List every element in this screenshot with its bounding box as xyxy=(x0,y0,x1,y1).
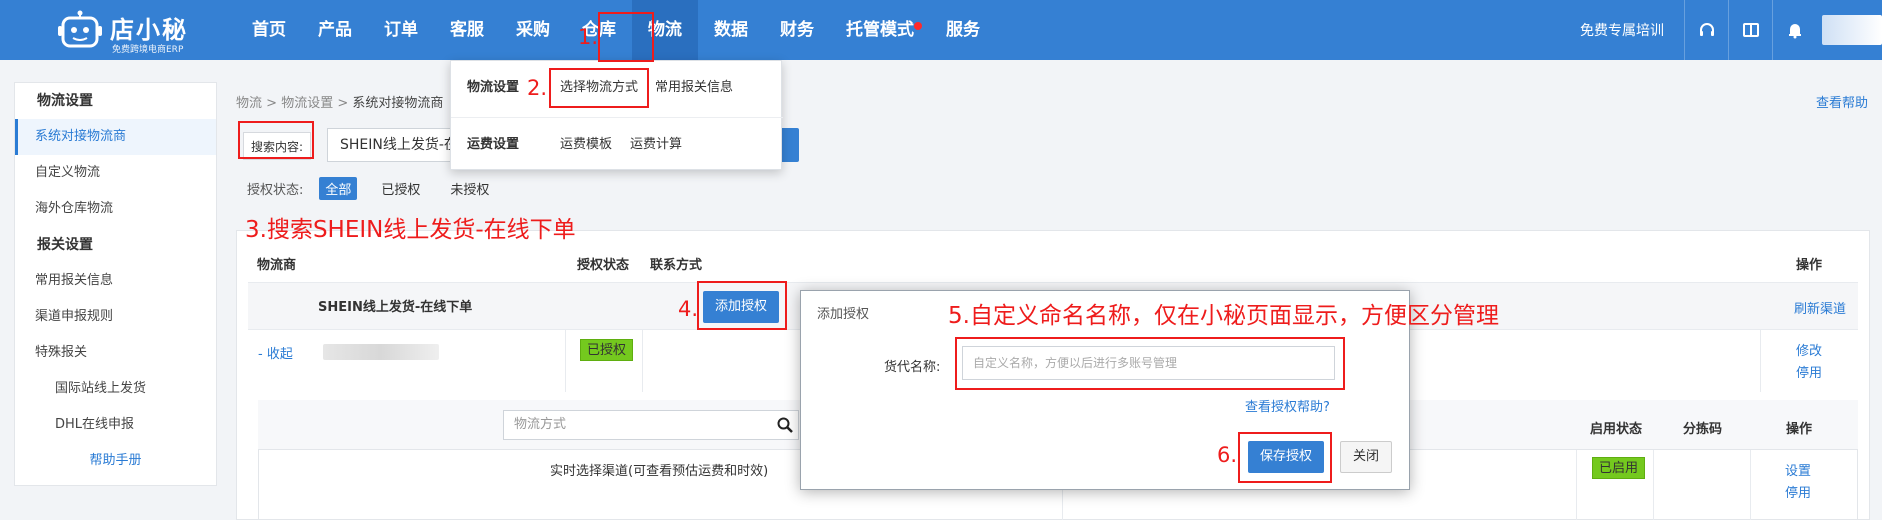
nav-products[interactable]: 产品 xyxy=(302,0,368,60)
annotation-step-1: 1. xyxy=(578,25,599,49)
masked-account-name xyxy=(323,344,439,360)
robot-logo-icon xyxy=(58,10,102,48)
auth-status-label: 授权状态: xyxy=(247,183,304,198)
sidebar-item-dhl-declaration[interactable]: DHL在线申报 xyxy=(15,407,216,443)
filter-all[interactable]: 全部 xyxy=(319,177,358,200)
forwarder-name-label: 货代名称: xyxy=(884,360,941,375)
col-sort-code: 分拣码 xyxy=(1683,422,1723,437)
breadcrumb-settings[interactable]: 物流设置 xyxy=(281,96,333,111)
breadcrumb-logistics[interactable]: 物流 xyxy=(236,96,262,111)
method-search-input[interactable]: 物流方式 xyxy=(503,410,799,440)
annotation-step-6: 6. xyxy=(1217,443,1238,467)
menu-common-customs[interactable]: 常用报关信息 xyxy=(655,61,733,115)
headset-icon[interactable] xyxy=(1684,0,1728,60)
book-icon[interactable] xyxy=(1728,0,1772,60)
sidebar-item-special-customs[interactable]: 特殊报关 xyxy=(15,335,216,371)
status-badge: 已授权 xyxy=(580,339,634,361)
dropdown-group-logistics: 物流设置 xyxy=(467,80,520,95)
auth-help-link[interactable]: 查看授权帮助? xyxy=(1245,396,1330,415)
divider xyxy=(1750,450,1751,520)
annotation-step-5: 5.自定义命名名称，仅在小秘页面显示，方便区分管理 xyxy=(948,303,1499,329)
annotation-step-4: 4. xyxy=(678,297,699,321)
divider xyxy=(1576,450,1577,520)
highlight-save-auth xyxy=(1238,432,1332,483)
sidebar-item-common-customs[interactable]: 常用报关信息 xyxy=(15,263,216,299)
sidebar-item-intl-online-shipping[interactable]: 国际站线上发货 xyxy=(15,371,216,407)
dropdown-row-freight: 运费设置 运费模板 运费计算 xyxy=(451,117,783,171)
settings-link[interactable]: 设置 xyxy=(1785,460,1811,479)
disable-link[interactable]: 停用 xyxy=(1796,362,1822,381)
dialog-title: 添加授权 xyxy=(817,307,870,322)
highlight-search-label xyxy=(238,121,314,159)
logo-text: 店小秘 xyxy=(110,16,188,44)
close-button[interactable]: 关闭 xyxy=(1340,441,1392,473)
sidebar-item-system-carriers[interactable]: 系统对接物流商 xyxy=(15,119,216,155)
col-enable-status: 启用状态 xyxy=(1590,422,1643,437)
logo-subtitle: 免费跨境电商ERP xyxy=(112,45,184,55)
header-tools: 免费专属培训 xyxy=(1580,0,1882,60)
breadcrumb: 物流 > 物流设置 > 系统对接物流商 xyxy=(236,96,444,111)
auth-status-filter: 授权状态: 全部 已授权 未授权 xyxy=(247,177,513,200)
highlight-select-method xyxy=(549,68,649,108)
filter-authorized[interactable]: 已授权 xyxy=(375,177,426,200)
divider xyxy=(1653,450,1654,520)
logo[interactable]: 店小秘 免费跨境电商ERP xyxy=(58,8,188,55)
annotation-step-3: 3.搜索SHEIN线上发货-在线下单 xyxy=(245,217,576,243)
col-actions: 操作 xyxy=(1796,258,1823,273)
sidebar: 物流设置 系统对接物流商 自定义物流 海外仓库物流 报关设置 常用报关信息 渠道… xyxy=(14,82,217,486)
highlight-name-input xyxy=(955,337,1345,390)
nav-data[interactable]: 数据 xyxy=(698,0,764,60)
dropdown-group-freight: 运费设置 xyxy=(467,137,520,152)
nav-home[interactable]: 首页 xyxy=(236,0,302,60)
carrier-name: SHEIN线上发货-在线下单 xyxy=(318,300,473,315)
breadcrumb-current: 系统对接物流商 xyxy=(352,96,444,111)
col-inner-actions: 操作 xyxy=(1786,422,1813,437)
collapse-link[interactable]: - 收起 xyxy=(258,343,293,362)
nav-customer-service[interactable]: 客服 xyxy=(434,0,500,60)
sidebar-item-channel-rules[interactable]: 渠道申报规则 xyxy=(15,299,216,335)
highlight-logistics-nav xyxy=(598,12,654,62)
divider xyxy=(1760,330,1761,392)
nav-purchase[interactable]: 采购 xyxy=(500,0,566,60)
refresh-channels-link[interactable]: 刷新渠道 xyxy=(1794,298,1846,317)
highlight-add-auth xyxy=(697,281,787,330)
nav-hosting-mode-label: 托管模式 xyxy=(846,20,914,40)
help-manual-link[interactable]: 帮助手册 xyxy=(15,443,216,479)
nav-orders[interactable]: 订单 xyxy=(368,0,434,60)
sidebar-group-logistics-settings: 物流设置 xyxy=(37,93,93,109)
notification-dot xyxy=(914,22,922,30)
divider xyxy=(565,330,566,392)
filter-unauthorized[interactable]: 未授权 xyxy=(444,177,495,200)
menu-freight-template[interactable]: 运费模板 xyxy=(560,118,612,172)
enabled-badge: 已启用 xyxy=(1592,457,1646,479)
nav-finance[interactable]: 财务 xyxy=(764,0,830,60)
nav-services[interactable]: 服务 xyxy=(930,0,996,60)
col-carrier: 物流商 xyxy=(257,258,297,273)
bell-icon[interactable] xyxy=(1772,0,1816,60)
edit-link[interactable]: 修改 xyxy=(1796,340,1822,359)
realtime-channel-text: 实时选择渠道(可查看预估运费和时效) xyxy=(550,464,769,479)
annotation-step-2: 2. xyxy=(527,76,548,100)
col-auth-status: 授权状态 xyxy=(577,258,630,273)
menu-freight-calc[interactable]: 运费计算 xyxy=(630,118,682,172)
avatar[interactable] xyxy=(1822,15,1882,45)
sidebar-item-overseas-warehouse[interactable]: 海外仓库物流 xyxy=(15,191,216,227)
top-navigation-bar: 店小秘 免费跨境电商ERP 首页 产品 订单 客服 采购 仓库 物流 数据 财务… xyxy=(0,0,1882,60)
channel-disable-link[interactable]: 停用 xyxy=(1785,482,1811,501)
col-contact: 联系方式 xyxy=(650,258,703,273)
nav-hosting-mode[interactable]: 托管模式 xyxy=(830,0,930,60)
divider xyxy=(642,330,643,392)
search-icon[interactable] xyxy=(776,416,794,434)
sidebar-item-custom-logistics[interactable]: 自定义物流 xyxy=(15,155,216,191)
free-training-link[interactable]: 免费专属培训 xyxy=(1580,20,1664,40)
view-help-link[interactable]: 查看帮助 xyxy=(1816,92,1868,111)
sidebar-group-customs-settings: 报关设置 xyxy=(37,237,93,253)
